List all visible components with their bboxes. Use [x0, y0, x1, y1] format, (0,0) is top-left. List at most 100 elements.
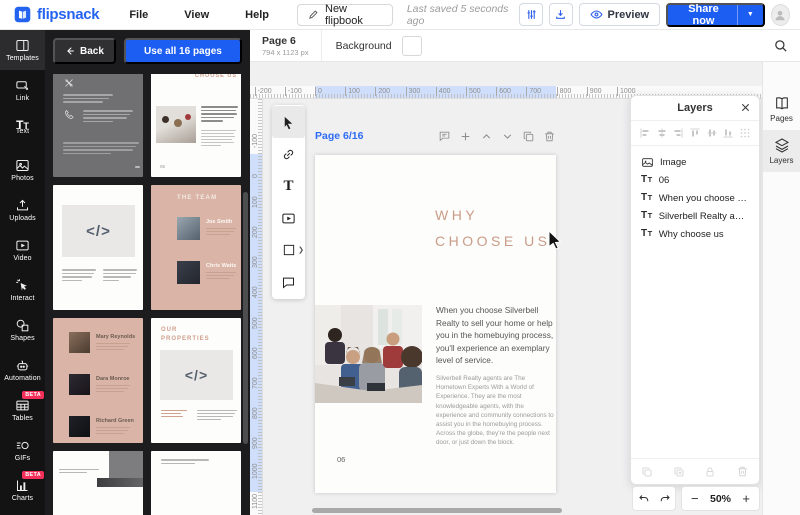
menu-file[interactable]: File: [129, 9, 148, 21]
video-tool-button[interactable]: [272, 202, 305, 234]
zoom-in-button[interactable]: +: [742, 492, 750, 505]
move-up-icon[interactable]: [480, 130, 493, 143]
document-page[interactable]: WHY CHOOSE US When you choose Silverbell…: [315, 155, 556, 493]
align-middle-icon[interactable]: [706, 127, 718, 139]
template-thumbnail-4[interactable]: THE TEAM Joe Smith Chris Watts: [151, 185, 241, 310]
download-button[interactable]: [548, 3, 573, 26]
layer-row-4[interactable]: TT Silverbell Realty agents: [631, 207, 759, 225]
image-layer-icon: [641, 156, 654, 169]
page-headline[interactable]: WHY CHOOSE US: [435, 202, 551, 254]
pages-icon: [774, 95, 790, 111]
cursor-tool-button[interactable]: [272, 106, 305, 138]
shape-tool-button[interactable]: ❯: [272, 234, 305, 266]
sidebar-item-label: Tables: [12, 415, 33, 422]
duplicate-icon[interactable]: [522, 130, 535, 143]
redo-icon[interactable]: [659, 493, 671, 505]
page-photo[interactable]: [315, 305, 423, 403]
link-tool-button[interactable]: [272, 138, 305, 170]
layer-row-2[interactable]: TT 06: [631, 171, 759, 189]
back-button[interactable]: Back: [53, 38, 116, 64]
template-thumbnail-3[interactable]: </>: [53, 185, 143, 310]
delete-icon[interactable]: [736, 465, 749, 478]
flipsnack-logo[interactable]: flipsnack: [14, 6, 100, 23]
zoom-controls: − 50% +: [681, 486, 760, 511]
background-color-swatch[interactable]: [401, 35, 422, 56]
page-number[interactable]: 06: [337, 455, 345, 464]
template-thumbnail-1[interactable]: [53, 74, 143, 177]
page-label: Page 6: [262, 34, 296, 47]
menu-view[interactable]: View: [184, 9, 209, 21]
comment-tool-icon: [281, 275, 296, 290]
ruler-number: 400: [435, 87, 450, 96]
text-tool-button[interactable]: T: [272, 170, 305, 202]
automation-icon: [15, 358, 30, 373]
back-arrow-icon: [65, 46, 75, 56]
search-icon[interactable]: [773, 38, 788, 53]
right-rail-pages[interactable]: Pages: [763, 88, 800, 130]
horizontal-scrollbar[interactable]: [312, 508, 562, 513]
comment-icon[interactable]: [438, 130, 451, 143]
delete-icon[interactable]: [543, 130, 556, 143]
zoom-out-button[interactable]: −: [691, 492, 699, 505]
template-thumbnail-5[interactable]: Mary Reynolds Dara Monroe Richard Green: [53, 318, 143, 443]
preview-button[interactable]: Preview: [578, 3, 661, 26]
page-paragraph-secondary[interactable]: Silverbell Realty agents are The Hometow…: [436, 374, 555, 448]
avatar[interactable]: [770, 3, 790, 26]
charts-icon: [15, 478, 30, 493]
sidebar-item-gifs[interactable]: GIFs: [0, 430, 45, 470]
sidebar-item-charts[interactable]: BETA Charts: [0, 470, 45, 510]
comment-tool-button[interactable]: [272, 266, 305, 298]
ruler-number: 600: [252, 346, 259, 359]
share-now-button[interactable]: Share now ▼: [666, 2, 765, 27]
copy-icon[interactable]: [641, 466, 653, 478]
template-thumbnail-8[interactable]: [151, 451, 241, 515]
paste-icon[interactable]: [673, 466, 685, 478]
flipbook-name: New flipbook: [325, 2, 363, 27]
sidebar-item-text[interactable]: TT Text: [0, 110, 45, 150]
move-down-icon[interactable]: [501, 130, 514, 143]
align-right-icon[interactable]: [672, 127, 684, 139]
sidebar-item-link[interactable]: Link: [0, 70, 45, 110]
templates-scrollbar[interactable]: [243, 192, 248, 444]
align-top-icon[interactable]: [689, 127, 701, 139]
ruler-number: 400: [252, 286, 259, 299]
shapes-icon: [15, 318, 30, 333]
tidy-icon[interactable]: [739, 127, 751, 139]
page-indicator: Page 6/16: [315, 130, 364, 142]
close-icon[interactable]: [740, 102, 751, 113]
flipbook-name-input[interactable]: New flipbook: [297, 2, 393, 27]
shape-tool-icon: [282, 243, 296, 257]
sidebar-item-automation[interactable]: Automation: [0, 350, 45, 390]
template-thumbnail-2[interactable]: WHYCHOOSE US06: [151, 74, 241, 177]
use-all-pages-button[interactable]: Use all 16 pages: [123, 38, 242, 64]
page-paragraph-main[interactable]: When you choose Silverbell Realty to sel…: [436, 304, 563, 367]
layer-row-3[interactable]: TTWhen you choose Silverb: [631, 189, 759, 207]
sidebar-item-photos[interactable]: Photos: [0, 150, 45, 190]
vertical-ruler: -100 0 100 200 300 400 500 600 700 800 900 1000 1100…: [250, 99, 263, 515]
plus-icon[interactable]: [459, 130, 472, 143]
share-label: Share now: [688, 2, 719, 27]
lock-icon[interactable]: [704, 466, 716, 478]
right-rail-layers[interactable]: Layers: [763, 130, 800, 172]
template-thumbnail-7[interactable]: [53, 451, 143, 515]
layer-label: Image: [660, 156, 687, 168]
sidebar-item-tables[interactable]: BETA Tables: [0, 390, 45, 430]
sidebar-item-templates[interactable]: Templates: [0, 30, 45, 70]
align-center-icon[interactable]: [656, 127, 668, 139]
ruler-number: 900: [252, 437, 259, 449]
layer-row-5[interactable]: TT Why choose us: [631, 225, 759, 243]
share-dropdown-caret[interactable]: ▼: [736, 4, 763, 25]
undo-icon[interactable]: [638, 493, 650, 505]
sidebar-item-uploads[interactable]: Uploads: [0, 190, 45, 230]
sidebar-item-shapes[interactable]: Shapes: [0, 310, 45, 350]
settings-sliders-button[interactable]: [519, 3, 543, 26]
ruler-number: 300: [405, 87, 420, 96]
template-thumbnail-6[interactable]: OUR PROPERTIES </>: [151, 318, 241, 443]
flipsnack-editor: flipsnack File View Help New flipbook Last…: [0, 0, 800, 515]
align-bottom-icon[interactable]: [722, 127, 734, 139]
sidebar-item-interact[interactable]: Interact: [0, 270, 45, 310]
layer-row-1[interactable]: Image: [631, 153, 759, 171]
align-left-icon[interactable]: [639, 127, 651, 139]
sidebar-item-video[interactable]: Video: [0, 230, 45, 270]
menu-help[interactable]: Help: [245, 9, 269, 21]
